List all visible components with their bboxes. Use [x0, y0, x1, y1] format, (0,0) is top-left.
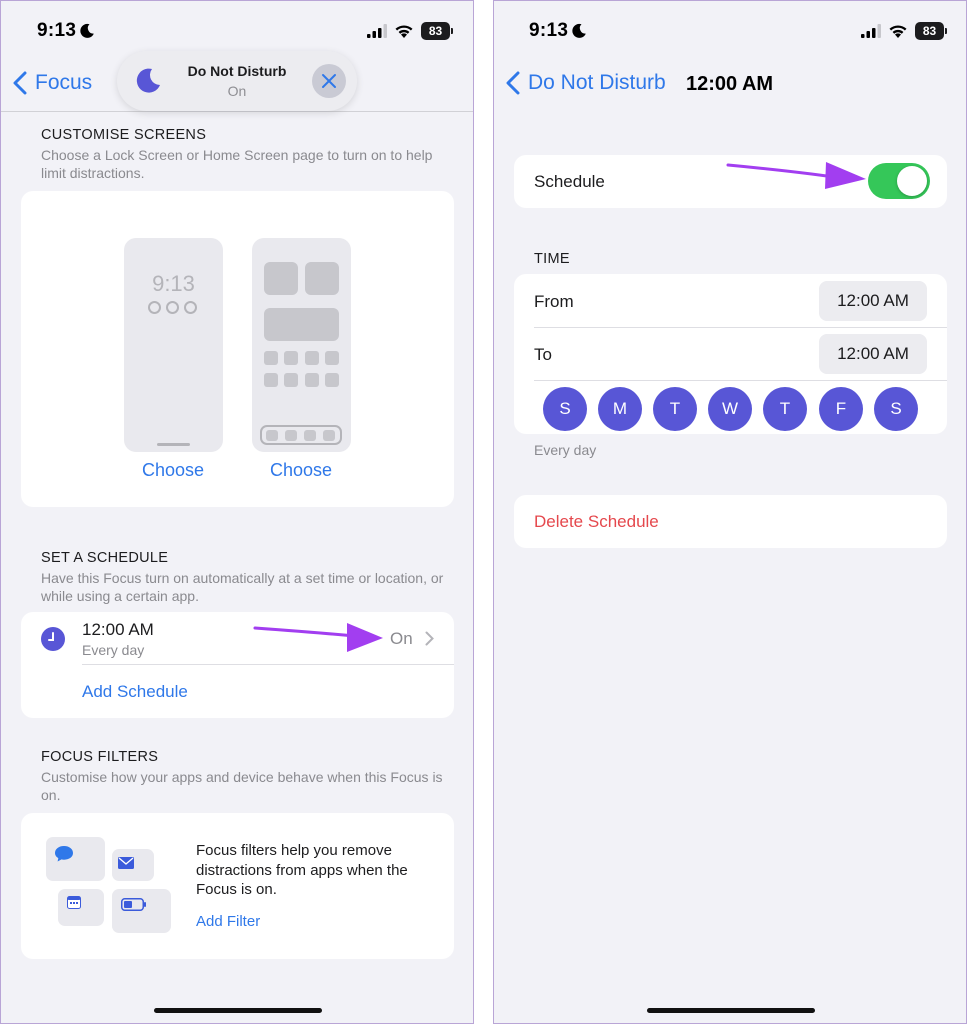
home-indicator — [154, 1008, 322, 1013]
section-description: Customise how your apps and device behav… — [41, 769, 443, 803]
lock-preview-time: 9:13 — [152, 271, 195, 296]
widget-dot — [148, 301, 161, 314]
schedule-toggle[interactable] — [868, 163, 930, 199]
section-description: Have this Focus turn on automatically at… — [41, 570, 444, 604]
calendar-icon — [67, 896, 81, 909]
filter-tile — [46, 837, 105, 881]
choose-lock-screen-link[interactable]: Choose — [142, 460, 204, 481]
app-tile — [284, 351, 298, 365]
divider — [534, 380, 947, 381]
delete-schedule-button[interactable]: Delete Schedule — [534, 512, 659, 532]
day-button-friday[interactable]: F — [819, 387, 863, 431]
back-button[interactable]: Focus — [13, 71, 92, 95]
lock-screen-preview[interactable]: 9:13 — [124, 238, 223, 452]
cellular-signal-icon — [367, 24, 387, 38]
choose-home-screen-link[interactable]: Choose — [270, 460, 332, 481]
close-icon — [322, 74, 336, 88]
home-indicator — [647, 1008, 815, 1013]
app-tile — [305, 373, 319, 387]
back-label: Do Not Disturb — [528, 71, 666, 94]
widget-tile — [305, 262, 339, 295]
focus-settings-screen: 9:13 83 Focus Do Not Disturb On CUSTOMIS… — [0, 0, 474, 1024]
day-button-thursday[interactable]: T — [763, 387, 807, 431]
day-button-saturday[interactable]: S — [874, 387, 918, 431]
back-button[interactable]: Do Not Disturb — [506, 71, 666, 95]
widget-tile — [264, 308, 339, 341]
wifi-icon — [889, 25, 907, 38]
back-label: Focus — [35, 71, 93, 94]
from-label: From — [534, 292, 574, 311]
section-header-focus-filters: FOCUS FILTERS — [41, 749, 159, 765]
mail-icon — [118, 857, 134, 869]
filter-tile — [112, 849, 154, 881]
divider — [534, 327, 947, 328]
widget-dot — [184, 301, 197, 314]
filter-tile — [58, 889, 104, 926]
section-header-customise-screens: CUSTOMISE SCREENS — [41, 127, 207, 143]
schedule-repeat: Every day — [82, 642, 145, 658]
battery-indicator: 83 — [915, 22, 947, 40]
day-button-tuesday[interactable]: T — [653, 387, 697, 431]
repeat-footer: Every day — [534, 442, 597, 458]
status-time: 9:13 — [37, 20, 77, 41]
widget-tile — [264, 262, 298, 295]
schedule-time[interactable]: 12:00 AM — [82, 620, 154, 640]
focus-status: On — [227, 83, 247, 99]
filters-body-text: Focus filters help you remove distractio… — [196, 842, 408, 898]
moon-icon — [80, 23, 94, 38]
status-time: 9:13 — [529, 20, 569, 41]
app-tile — [264, 373, 278, 387]
moon-icon — [572, 23, 586, 38]
clock-icon — [41, 627, 65, 651]
add-schedule-button[interactable]: Add Schedule — [82, 682, 188, 702]
day-button-monday[interactable]: M — [598, 387, 642, 431]
to-time-picker[interactable]: 12:00 AM — [819, 334, 927, 374]
app-tile — [325, 351, 339, 365]
app-tile — [264, 351, 278, 365]
chevron-left-icon — [506, 71, 520, 95]
day-button-wednesday[interactable]: W — [708, 387, 752, 431]
divider — [82, 664, 454, 665]
annotation-arrow-icon — [726, 162, 866, 189]
widget-dot — [166, 301, 179, 314]
home-screen-preview[interactable] — [252, 238, 351, 452]
filter-tile — [112, 889, 171, 933]
schedule-detail-screen: 9:13 83 Do Not Disturb 12:00 AM Schedule… — [493, 0, 967, 1024]
section-header-time: TIME — [534, 251, 570, 267]
dock-app-tile — [266, 430, 278, 441]
dock-app-tile — [304, 430, 316, 441]
focus-status-pill[interactable]: Do Not Disturb On — [117, 51, 357, 111]
app-tile — [305, 351, 319, 365]
annotation-arrow-icon — [253, 623, 383, 652]
focus-title: Do Not Disturb — [187, 63, 287, 79]
app-tile — [284, 373, 298, 387]
message-icon — [55, 846, 73, 862]
dock-app-tile — [285, 430, 297, 441]
cellular-signal-icon — [861, 24, 881, 38]
section-header-schedule: SET A SCHEDULE — [41, 550, 169, 566]
close-button[interactable] — [312, 64, 346, 98]
battery-indicator: 83 — [421, 22, 453, 40]
chevron-right-icon — [425, 631, 434, 646]
dock-app-tile — [323, 430, 335, 441]
section-description: Choose a Lock Screen or Home Screen page… — [41, 147, 433, 181]
screens-card: 9:13 Choose Choose — [21, 191, 454, 507]
day-button-sunday[interactable]: S — [543, 387, 587, 431]
page-title: 12:00 AM — [686, 73, 774, 95]
toggle-knob — [897, 166, 927, 196]
schedule-status[interactable]: On — [390, 629, 413, 649]
moon-icon — [136, 68, 160, 93]
schedule-toggle-label: Schedule — [534, 172, 605, 191]
status-bar: 9:13 83 — [494, 1, 966, 61]
chevron-left-icon — [13, 71, 27, 95]
home-bar — [157, 443, 190, 446]
dock — [260, 425, 342, 445]
battery-icon — [121, 898, 146, 911]
from-time-picker[interactable]: 12:00 AM — [819, 281, 927, 321]
to-label: To — [534, 345, 552, 364]
add-filter-button[interactable]: Add Filter — [196, 913, 260, 930]
wifi-icon — [395, 25, 413, 38]
app-tile — [325, 373, 339, 387]
